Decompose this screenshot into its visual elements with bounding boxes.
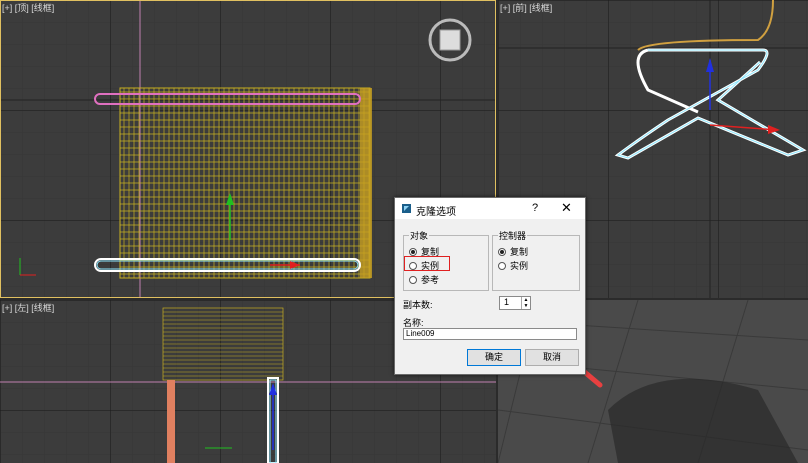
copies-value: 1 bbox=[504, 297, 510, 307]
copies-spinner[interactable]: 1 ▲ ▼ bbox=[499, 296, 531, 310]
ok-button[interactable]: 确定 bbox=[467, 349, 521, 366]
instance-highlight-box bbox=[404, 256, 450, 271]
radio-dot bbox=[409, 276, 417, 284]
object-reference-radio[interactable]: 参考 bbox=[409, 273, 439, 286]
controller-group-title: 控制器 bbox=[498, 229, 528, 242]
spinner-arrows-icon[interactable]: ▲ ▼ bbox=[521, 297, 530, 309]
radio-dot-selected bbox=[409, 248, 417, 256]
object-group-title: 对象 bbox=[409, 229, 430, 242]
clone-options-dialog: 克隆选项 ? ✕ 对象 复制 实例 参考 控制器 复制 实例 副本数: 1 ▲ ▼… bbox=[394, 197, 586, 375]
controller-copy-radio[interactable]: 复制 bbox=[498, 245, 528, 258]
dialog-title: 克隆选项 bbox=[416, 207, 456, 218]
name-field[interactable] bbox=[403, 328, 577, 340]
controller-instance-radio[interactable]: 实例 bbox=[498, 259, 528, 272]
radio-dot-selected bbox=[498, 248, 506, 256]
close-icon[interactable]: ✕ bbox=[561, 200, 572, 216]
help-button[interactable]: ? bbox=[532, 202, 538, 214]
app-icon bbox=[402, 204, 411, 213]
copies-label: 副本数: bbox=[403, 300, 433, 310]
radio-dot bbox=[498, 262, 506, 270]
cancel-button[interactable]: 取消 bbox=[525, 349, 579, 366]
dialog-titlebar[interactable]: 克隆选项 ? ✕ bbox=[395, 198, 585, 219]
